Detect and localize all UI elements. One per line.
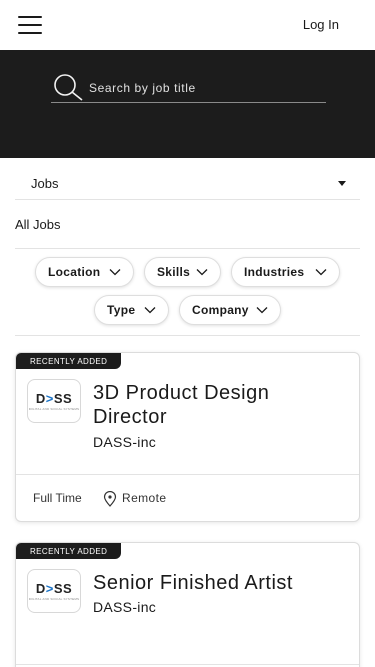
all-jobs-heading: All Jobs (15, 217, 61, 232)
company-logo: D>SS DIGITAL AND SOCIAL SYSTEMS (27, 379, 81, 423)
caret-down-icon (338, 181, 346, 186)
job-location: Remote (122, 491, 167, 505)
chevron-down-icon (196, 269, 208, 276)
jobs-dropdown-value: Jobs (31, 176, 59, 191)
job-title[interactable]: Senior Finished Artist (93, 571, 293, 595)
chevron-down-icon (109, 269, 121, 276)
job-card[interactable]: RECENTLY ADDED D>SS DIGITAL AND SOCIAL S… (15, 542, 360, 667)
filter-type[interactable]: Type (94, 295, 169, 325)
chevron-down-icon (315, 269, 327, 276)
location-pin-icon (103, 491, 117, 507)
filter-label: Skills (157, 265, 191, 279)
filter-label: Company (192, 303, 249, 317)
filter-industries[interactable]: Industries (231, 257, 340, 287)
search-input[interactable] (89, 78, 324, 98)
job-card[interactable]: RECENTLY ADDED D>SS DIGITAL AND SOCIAL S… (15, 352, 360, 522)
logo-wordmark: D>SS (35, 390, 73, 406)
job-title[interactable]: 3D Product Design Director (93, 381, 269, 429)
filter-label: Industries (244, 265, 305, 279)
filter-location[interactable]: Location (35, 257, 134, 287)
filter-skills[interactable]: Skills (144, 257, 221, 287)
company-name: DASS-inc (93, 434, 157, 450)
chevron-down-icon (256, 307, 268, 314)
recently-added-badge: RECENTLY ADDED (16, 543, 122, 559)
search-bar (51, 72, 326, 103)
divider (15, 248, 360, 249)
chevron-down-icon (144, 307, 156, 314)
logo-wordmark: D>SS (35, 580, 73, 596)
jobs-dropdown[interactable]: Jobs (15, 166, 360, 200)
filter-label: Type (107, 303, 136, 317)
filter-label: Location (48, 265, 101, 279)
company-logo: D>SS DIGITAL AND SOCIAL SYSTEMS (27, 569, 81, 613)
company-name: DASS-inc (93, 599, 157, 615)
job-type: Full Time (33, 491, 82, 505)
card-footer: Full Time Remote (16, 474, 359, 521)
top-bar: Log In (0, 0, 375, 50)
filter-company[interactable]: Company (179, 295, 281, 325)
search-icon[interactable] (51, 73, 85, 101)
divider (15, 335, 360, 336)
login-link[interactable]: Log In (303, 17, 339, 32)
search-hero (0, 50, 375, 158)
hamburger-icon[interactable] (18, 16, 42, 34)
recently-added-badge: RECENTLY ADDED (16, 353, 122, 369)
